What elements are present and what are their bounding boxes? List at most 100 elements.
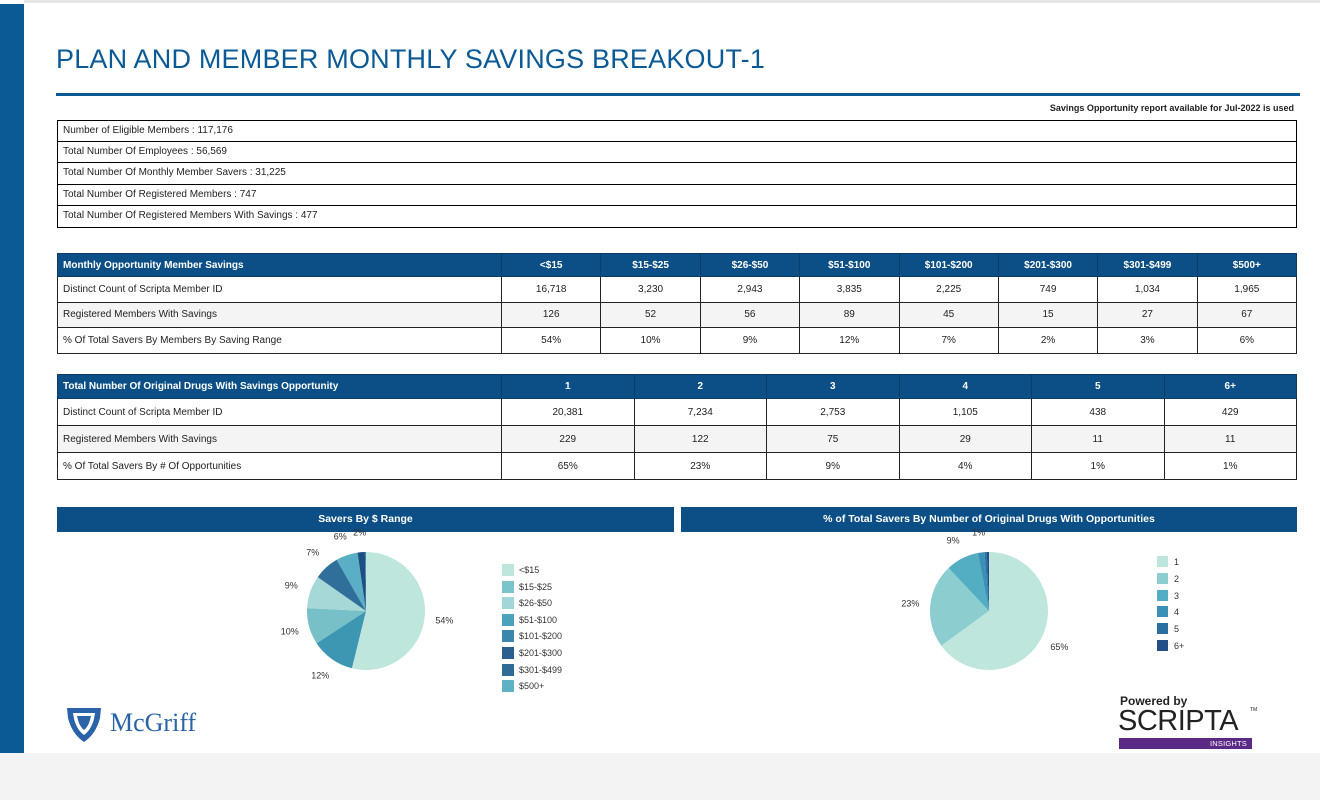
legend-swatch xyxy=(502,613,514,626)
savings-range-table: Monthly Opportunity Member Savings <$15 … xyxy=(57,253,1298,354)
table-cell: 126 xyxy=(500,301,602,328)
row-label: % Of Total Savers By # Of Opportunities xyxy=(57,452,502,480)
pie-slice-label: 65% xyxy=(1050,642,1068,652)
legend-label: $51-$100 xyxy=(519,614,558,625)
legend-label: $500+ xyxy=(519,681,545,692)
table-cell: 75 xyxy=(766,425,900,453)
table-cell: 1% xyxy=(1031,452,1165,480)
table-row: % Of Total Savers By # Of Opportunities … xyxy=(57,452,1297,480)
table-cell: 3,835 xyxy=(799,276,900,303)
table-cell: 52 xyxy=(600,301,701,328)
report-availability-note: Savings Opportunity report available for… xyxy=(1049,103,1294,113)
row-label: Distinct Count of Scripta Member ID xyxy=(57,276,502,303)
legend-label: 2 xyxy=(1174,573,1180,584)
legend-label: $15-$25 xyxy=(519,581,553,592)
table-cell: 1,965 xyxy=(1196,276,1298,303)
table-cell: 27 xyxy=(1097,301,1198,328)
page-title: PLAN AND MEMBER MONTHLY SAVINGS BREAKOUT… xyxy=(56,44,766,74)
table-cell: 23% xyxy=(633,452,767,480)
summary-monthly-savers: Total Number Of Monthly Member Savers : … xyxy=(57,163,1297,185)
top-strip xyxy=(24,0,1320,3)
table-header-label: Monthly Opportunity Member Savings xyxy=(57,253,502,277)
pie-slice-label: 2% xyxy=(353,527,366,537)
table-cell: 6% xyxy=(1196,327,1298,354)
scripta-logo: Powered by SCRIPTA TM INSIGHTS xyxy=(1118,694,1258,752)
legend-label: 6+ xyxy=(1174,640,1185,651)
legend-label: <$15 xyxy=(519,565,540,575)
savers-by-range-pie: 54% 12% 10% 9% 7% 6% 2% xyxy=(281,527,454,680)
left-accent-bar xyxy=(0,4,24,753)
table-cell: 10% xyxy=(600,327,701,354)
title-divider xyxy=(56,93,1300,96)
table-cell: 29 xyxy=(898,425,1032,453)
pie-slice-label: 23% xyxy=(901,599,919,609)
table-cell: 7% xyxy=(898,327,999,354)
pie-slice-label: 9% xyxy=(947,536,960,546)
column-header: 1 xyxy=(501,374,635,399)
pie-slice-label: 12% xyxy=(311,670,329,680)
column-header: 2 xyxy=(633,374,767,399)
column-header: $26-$50 xyxy=(699,253,801,277)
table-cell: 2,943 xyxy=(699,276,801,303)
chart-title-savers-by-drugs: % of Total Savers By Number of Original … xyxy=(681,507,1297,532)
table-row: % Of Total Savers By Members By Saving R… xyxy=(57,327,1298,354)
legend-label: $101-$200 xyxy=(519,631,563,642)
mcgriff-wordmark: McGriff xyxy=(110,708,197,737)
table-cell: 2,753 xyxy=(766,398,900,426)
mcgriff-logo: McGriff xyxy=(64,702,214,746)
table-cell: 122 xyxy=(633,425,767,453)
pie-slice-label: 6% xyxy=(334,531,347,541)
legend-label: $301-$499 xyxy=(519,664,563,675)
row-label: Registered Members With Savings xyxy=(57,425,502,453)
table-cell: 15 xyxy=(997,301,1099,328)
insights-bar: INSIGHTS xyxy=(1119,738,1252,749)
column-header: $15-$25 xyxy=(600,253,701,277)
legend-label: $26-$50 xyxy=(519,598,553,609)
mcgriff-shield-icon xyxy=(67,708,101,742)
row-label: Registered Members With Savings xyxy=(57,301,502,328)
table-cell: 89 xyxy=(799,301,900,328)
table-cell: 1,034 xyxy=(1097,276,1198,303)
table-cell: 1% xyxy=(1163,452,1297,480)
column-header: $101-$200 xyxy=(898,253,999,277)
table-row: Distinct Count of Scripta Member ID 16,7… xyxy=(57,276,1298,303)
table-cell: 20,381 xyxy=(501,398,635,426)
table-cell: 67 xyxy=(1196,301,1298,328)
table-row: Registered Members With Savings 126 52 5… xyxy=(57,301,1298,328)
row-label: % Of Total Savers By Members By Saving R… xyxy=(57,327,502,354)
column-header: 3 xyxy=(766,374,900,399)
legend-label: 5 xyxy=(1174,624,1180,635)
table-cell: 16,718 xyxy=(500,276,602,303)
table-row: Registered Members With Savings 229 122 … xyxy=(57,425,1297,453)
legend-swatch xyxy=(502,646,514,659)
table-cell: 12% xyxy=(799,327,900,354)
summary-registered-with-savings: Total Number Of Registered Members With … xyxy=(57,206,1297,228)
column-header: $51-$100 xyxy=(799,253,900,277)
legend-swatch xyxy=(1157,556,1168,567)
table-cell: 438 xyxy=(1031,398,1165,426)
table-row: Distinct Count of Scripta Member ID 20,3… xyxy=(57,398,1297,426)
column-header: 6+ xyxy=(1163,374,1297,399)
summary-registered-members: Total Number Of Registered Members : 747 xyxy=(57,184,1297,206)
table-header-row: Total Number Of Original Drugs With Savi… xyxy=(57,374,1297,399)
table-cell: 3,230 xyxy=(600,276,701,303)
table-cell: 1,105 xyxy=(898,398,1032,426)
legend-swatch xyxy=(502,564,514,576)
savers-by-drugs-pie: 65% 23% 9% 1% xyxy=(901,528,1068,670)
column-header: 4 xyxy=(898,374,1032,399)
legend-swatch xyxy=(1157,606,1168,618)
legend-swatch xyxy=(1157,623,1168,635)
legend-label: 3 xyxy=(1174,590,1180,601)
trademark-mark: TM xyxy=(1250,707,1258,713)
summary-box: Number of Eligible Members : 117,176 Tot… xyxy=(57,120,1297,228)
pie-slice-label: 9% xyxy=(285,580,298,590)
table-cell: 7,234 xyxy=(633,398,767,426)
summary-eligible-members: Number of Eligible Members : 117,176 xyxy=(57,120,1297,142)
table-cell: 11 xyxy=(1031,425,1165,453)
column-header: <$15 xyxy=(500,253,602,277)
legend-label: 4 xyxy=(1174,607,1180,618)
pie-slice-label: 1% xyxy=(972,528,985,538)
table-cell: 3% xyxy=(1097,327,1198,354)
legend-swatch xyxy=(502,630,514,643)
legend-label: $201-$300 xyxy=(519,647,563,658)
